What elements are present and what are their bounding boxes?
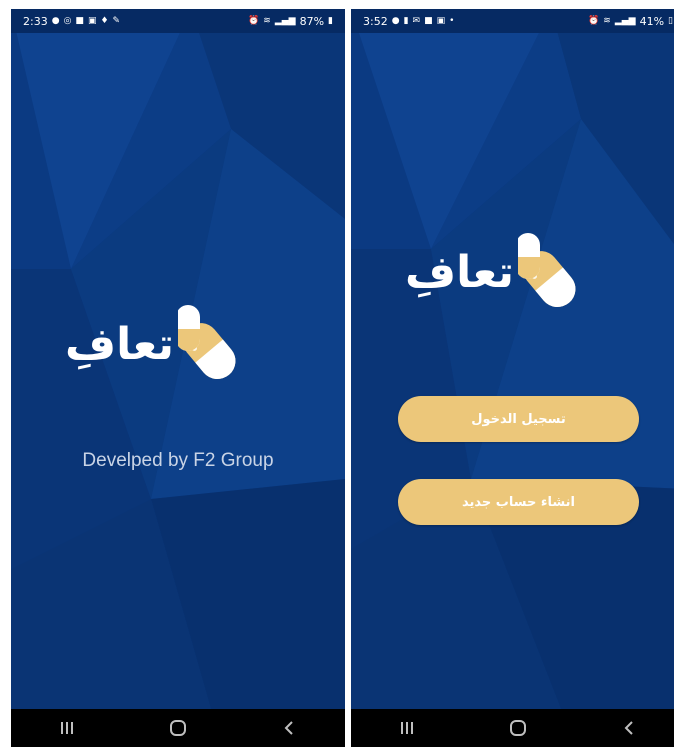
home-button[interactable]	[148, 709, 208, 747]
app-logo: تعافِ	[65, 305, 254, 385]
wrench-icon: ✎	[112, 15, 121, 26]
developer-credit: Develped by F2 Group	[82, 450, 274, 471]
create-account-button[interactable]: انشاء حساب جديد	[398, 479, 639, 525]
login-button[interactable]: تسجيل الدخول	[398, 396, 639, 442]
image-icon: ▣	[87, 15, 97, 26]
navigation-bar	[11, 709, 345, 747]
account-icon: ●	[391, 15, 400, 26]
battery-icon: ▮	[328, 15, 333, 26]
wifi-icon: ≋	[603, 15, 611, 26]
signal-icon: ▂▄▆	[614, 15, 636, 26]
logo-text: تعافِ	[405, 247, 514, 298]
home-button[interactable]	[488, 709, 548, 747]
background-pattern	[351, 9, 674, 709]
battery-icon: ▯	[668, 15, 673, 26]
wifi-icon: ≋	[263, 15, 271, 26]
status-bar: 2:33 ● ◎ ■ ▣ ♦ ✎ ⏰ ≋ ▂▄▆ 87% ▮	[11, 9, 345, 33]
alarm-icon: ⏰	[248, 15, 260, 26]
checkbox-icon: ■	[424, 15, 433, 26]
battery-level: 87%	[299, 14, 325, 28]
mail-icon: ✉	[412, 15, 421, 26]
home-icon	[509, 720, 526, 736]
status-bar: 3:52 ● ▮ ✉ ■ ▣ • ⏰ ≋ ▂▄▆ 41% ▯	[351, 9, 674, 33]
dot-icon: •	[449, 15, 455, 26]
recents-button[interactable]	[377, 709, 437, 747]
account-icon: ●	[51, 15, 60, 26]
clock: 2:33	[23, 14, 48, 28]
logo-text: تعافِ	[65, 319, 174, 370]
recents-button[interactable]	[37, 709, 97, 747]
back-icon	[624, 721, 634, 735]
checkbox-icon: ■	[75, 15, 84, 26]
capsule-icon	[518, 233, 576, 308]
recents-icon	[400, 722, 413, 734]
splash-screen: 2:33 ● ◎ ■ ▣ ♦ ✎ ⏰ ≋ ▂▄▆ 87% ▮ تعافِ Dev…	[11, 9, 345, 747]
gallery-icon: ▣	[436, 15, 446, 26]
back-button[interactable]	[599, 709, 659, 747]
location-icon: ♦	[100, 15, 109, 26]
welcome-screen: 3:52 ● ▮ ✉ ■ ▣ • ⏰ ≋ ▂▄▆ 41% ▯ تعافِ تسج…	[351, 9, 674, 747]
whatsapp-icon: ◎	[63, 15, 72, 26]
back-button[interactable]	[259, 709, 319, 747]
capsule-icon	[178, 305, 236, 380]
signal-icon: ▂▄▆	[274, 15, 296, 26]
home-icon	[169, 720, 186, 736]
back-icon	[284, 721, 294, 735]
clock: 3:52	[363, 14, 388, 28]
app-logo: تعافِ	[405, 233, 594, 313]
recents-icon	[60, 722, 73, 734]
pin-icon: ▮	[403, 15, 409, 26]
battery-level: 41%	[639, 14, 665, 28]
alarm-icon: ⏰	[588, 15, 600, 26]
navigation-bar	[351, 709, 674, 747]
